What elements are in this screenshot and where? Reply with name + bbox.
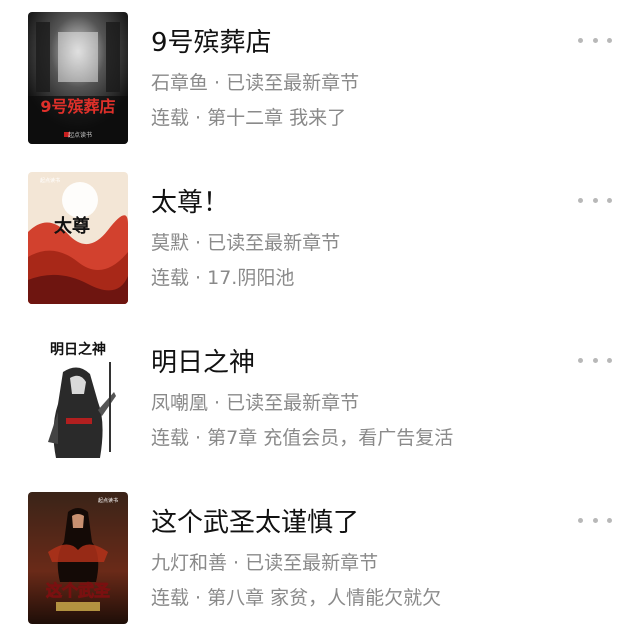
more-options-icon[interactable]	[578, 188, 612, 212]
cover-publisher: 起点读书	[40, 177, 60, 184]
book-cover[interactable]: 起点读书 太尊	[28, 172, 128, 304]
cover-art-ming-ri-zhi-shen: 明日之神	[28, 332, 128, 464]
book-latest-chapter: 连载 · 17.阴阳池	[151, 267, 295, 289]
cover-art-zhe-ge-wu-sheng: 起点读书 这个武圣	[28, 492, 128, 624]
cover-title-text: 明日之神	[50, 341, 106, 358]
cover-art-tai-zun: 起点读书 太尊	[28, 172, 128, 304]
more-options-icon[interactable]	[578, 508, 612, 532]
cover-publisher: 起点读书	[98, 497, 118, 504]
book-title[interactable]: 太尊！	[151, 182, 229, 219]
more-options-icon[interactable]	[578, 28, 612, 52]
book-item[interactable]: 起点读书 太尊 太尊！ 莫默 · 已读至最新章节 连载 · 17.阴阳池	[0, 160, 640, 320]
book-author-status: 凤嘲凰 · 已读至最新章节	[151, 392, 360, 414]
book-author-status: 莫默 · 已读至最新章节	[151, 232, 341, 254]
book-title[interactable]: 这个武圣太谨慎了	[151, 502, 359, 539]
bookshelf-list: 9号殡葬店 起点读书 9号殡葬店 石章鱼 · 已读至最新章节 连载 · 第十二章…	[0, 0, 640, 640]
cover-title-text: 这个武圣	[46, 581, 111, 600]
book-cover[interactable]: 9号殡葬店 起点读书	[28, 12, 128, 144]
book-latest-chapter: 连载 · 第7章 充值会员，看广告复活	[151, 427, 454, 449]
book-item[interactable]: 9号殡葬店 起点读书 9号殡葬店 石章鱼 · 已读至最新章节 连载 · 第十二章…	[0, 0, 640, 160]
cover-title-text: 太尊	[54, 215, 90, 237]
book-cover[interactable]: 明日之神	[28, 332, 128, 464]
book-title[interactable]: 9号殡葬店	[151, 22, 272, 59]
book-title[interactable]: 明日之神	[151, 342, 255, 379]
book-item[interactable]: 起点读书 这个武圣 这个武圣太谨慎了 九灯和善 · 已读至最新章节 连载 · 第…	[0, 480, 640, 640]
cover-title-text: 9号殡葬店	[40, 97, 115, 116]
book-author-status: 石章鱼 · 已读至最新章节	[151, 72, 360, 94]
cover-art-9-hao: 9号殡葬店 起点读书	[28, 12, 128, 144]
book-item[interactable]: 明日之神 明日之神 凤嘲凰 · 已读至最新章节 连载 · 第7章 充值会员，看广…	[0, 320, 640, 480]
book-cover[interactable]: 起点读书 这个武圣	[28, 492, 128, 624]
book-author-status: 九灯和善 · 已读至最新章节	[151, 552, 379, 574]
book-latest-chapter: 连载 · 第八章 家贫，人情能欠就欠	[151, 587, 442, 609]
more-options-icon[interactable]	[578, 348, 612, 372]
book-latest-chapter: 连载 · 第十二章 我来了	[151, 107, 347, 129]
cover-publisher: 起点读书	[68, 131, 92, 139]
